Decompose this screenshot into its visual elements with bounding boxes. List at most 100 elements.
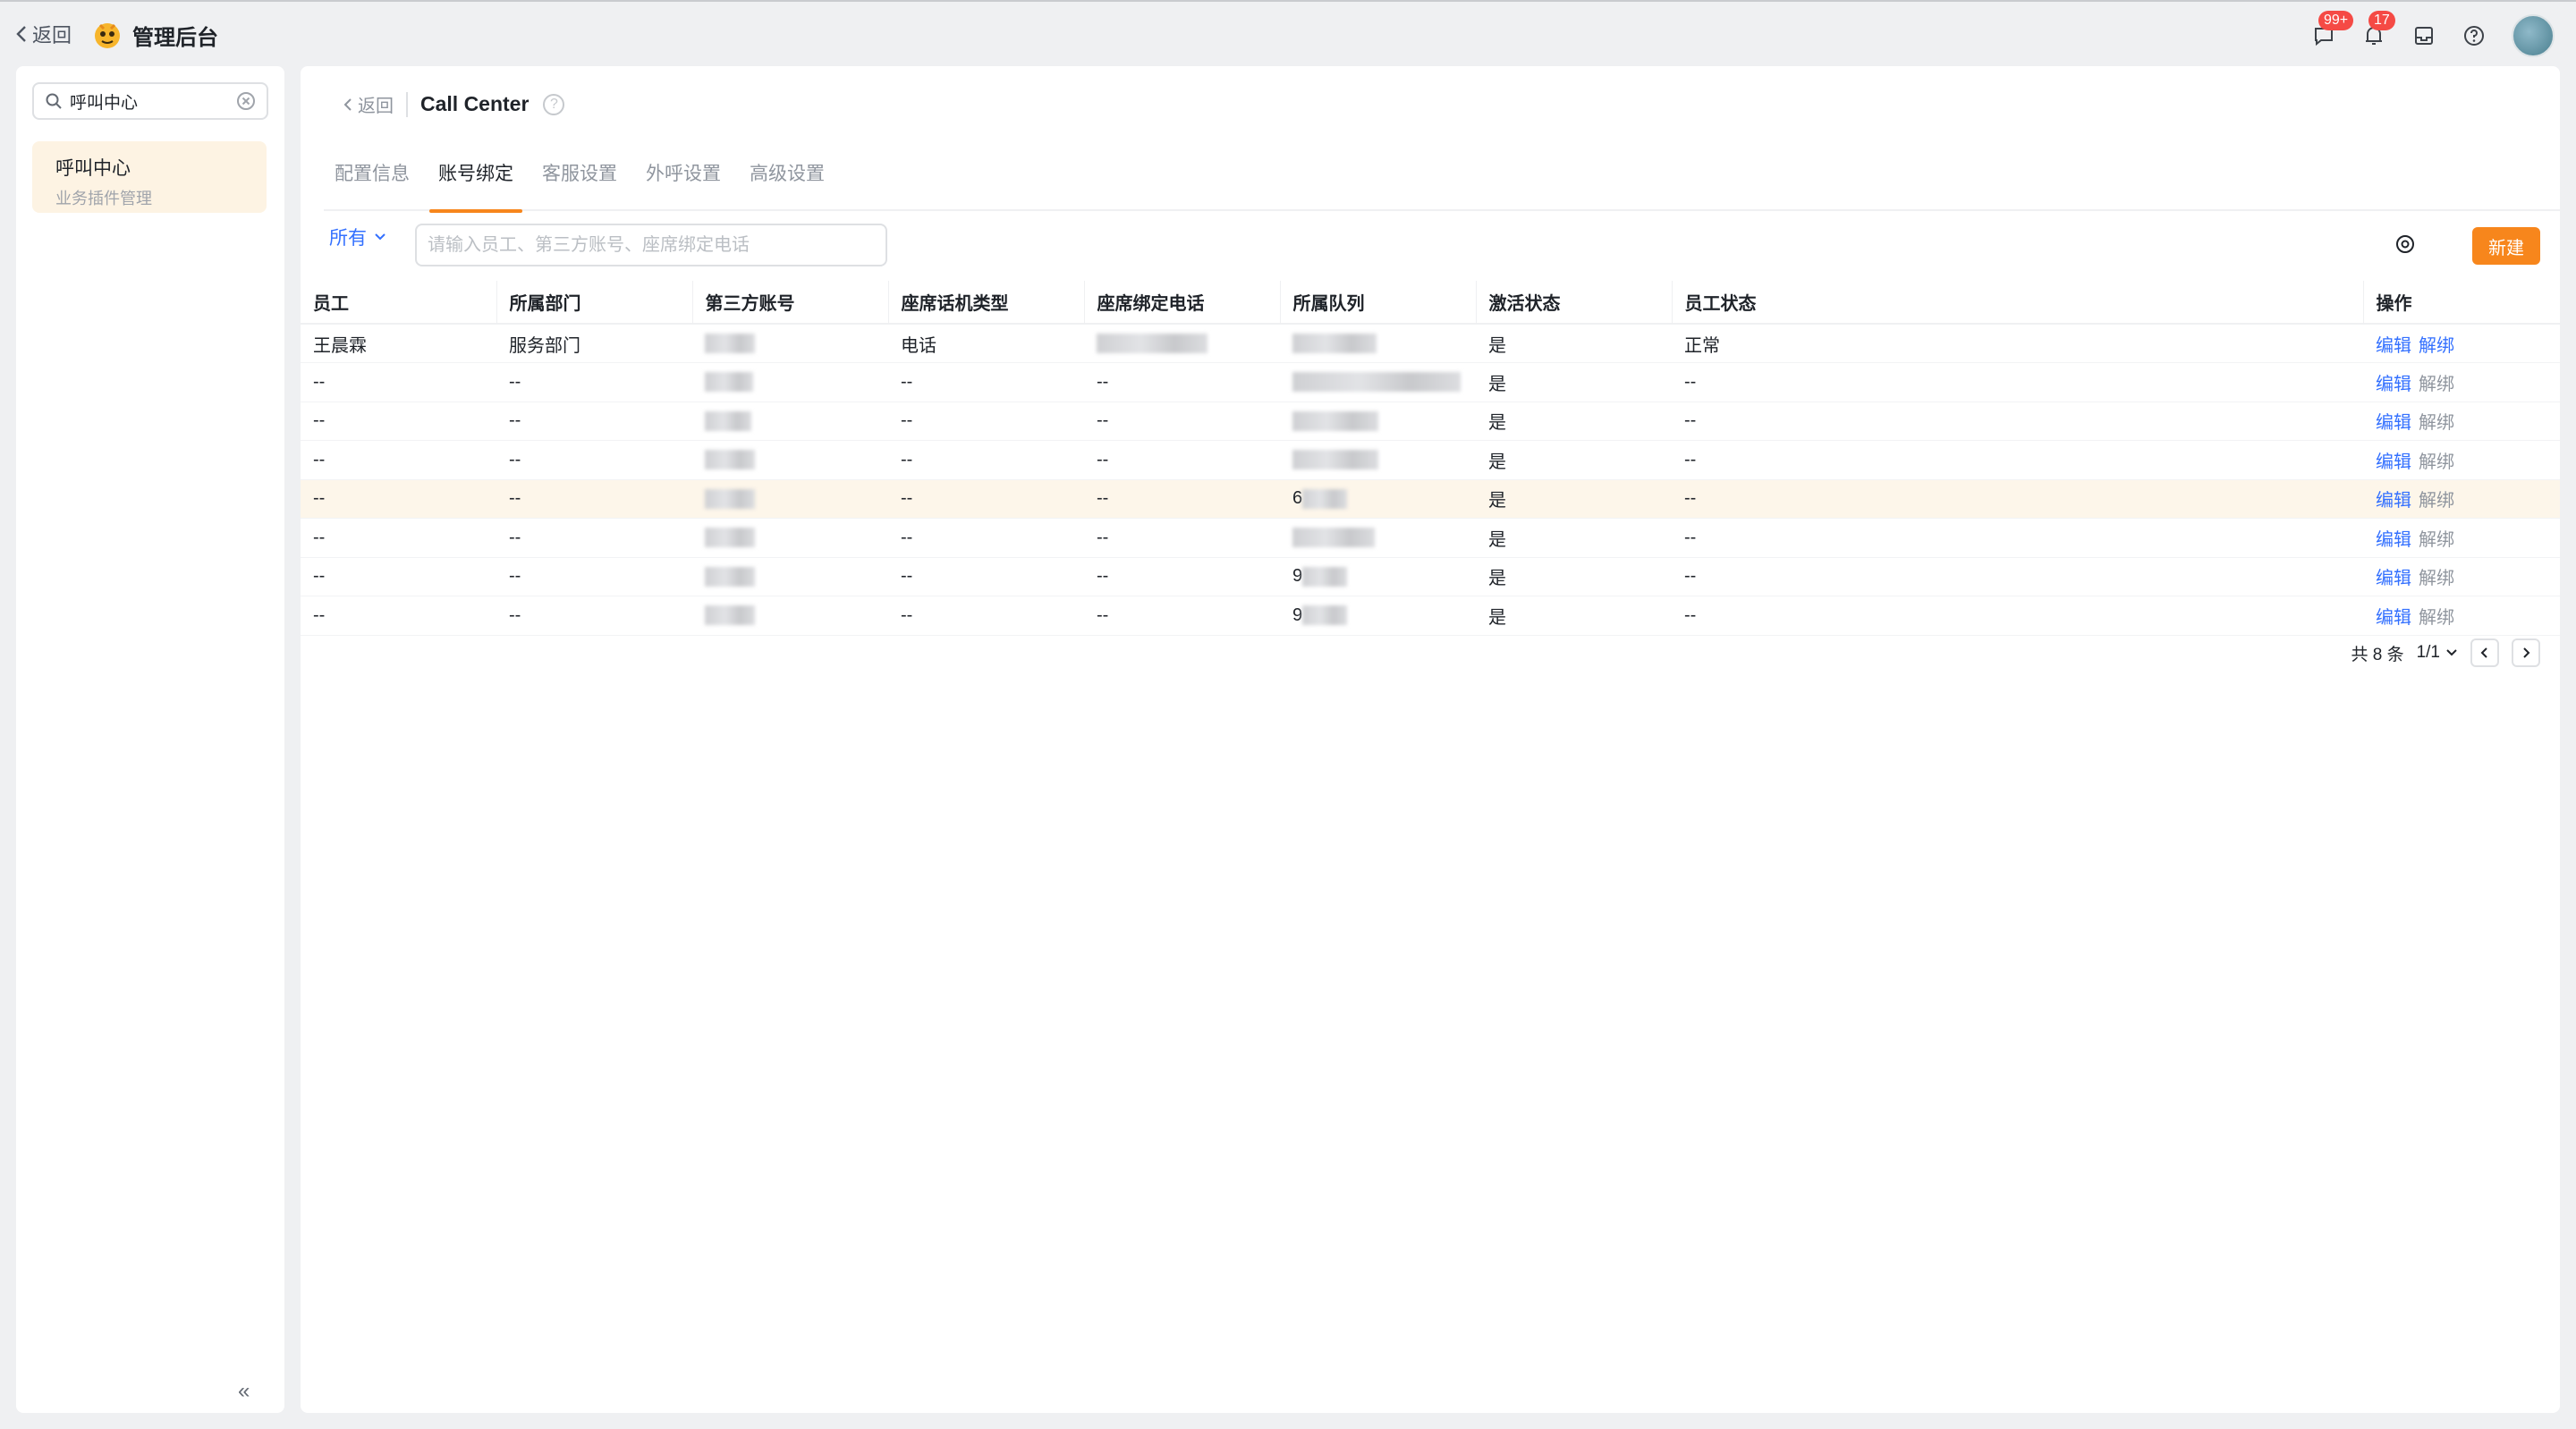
cell-actions: 编辑 解绑 [2363, 557, 2560, 596]
table-row: -- -- -- -- 9 是 -- 编辑 解绑 [301, 557, 2560, 596]
next-page-button[interactable] [2512, 638, 2540, 667]
redacted-value [1292, 450, 1378, 470]
sidebar-search-input[interactable]: 呼叫中心 [70, 89, 236, 114]
edit-link[interactable]: 编辑 [2376, 452, 2411, 472]
cell-active-status: 是 [1476, 324, 1672, 363]
cell-employee: -- [301, 362, 496, 402]
cell-queue [1280, 518, 1476, 558]
cell-phone-type: -- [888, 596, 1084, 636]
filter-label: 所有 [329, 228, 367, 249]
unbind-link[interactable]: 解绑 [2419, 452, 2454, 472]
cell-bound-phone: -- [1084, 479, 1280, 519]
edit-link[interactable]: 编辑 [2376, 336, 2411, 356]
edit-link[interactable]: 编辑 [2376, 491, 2411, 511]
breadcrumb-back-button[interactable]: 返回 [343, 91, 394, 117]
cell-actions: 编辑 解绑 [2363, 324, 2560, 363]
cell-bound-phone: -- [1084, 518, 1280, 558]
edit-link[interactable]: 编辑 [2376, 413, 2411, 433]
cell-actions: 编辑 解绑 [2363, 362, 2560, 402]
cell-department: -- [496, 518, 692, 558]
account-binding-table: 员工 所属部门 第三方账号 座席话机类型 座席绑定电话 所属队列 激活状态 员工… [301, 281, 2561, 636]
empty-value: -- [1097, 488, 1109, 509]
new-button[interactable]: 新建 [2472, 227, 2540, 265]
unbind-link[interactable]: 解绑 [2419, 491, 2454, 511]
cell-department: -- [496, 402, 692, 441]
cell-bound-phone: -- [1084, 402, 1280, 441]
cell-employee-status: -- [1672, 402, 2363, 441]
unbind-link[interactable]: 解绑 [2419, 413, 2454, 433]
cell-employee: -- [301, 557, 496, 596]
cell-employee-status: -- [1672, 596, 2363, 636]
cell-active-status: 是 [1476, 518, 1672, 558]
help-button[interactable] [2454, 16, 2494, 55]
clear-icon[interactable] [236, 91, 256, 111]
redacted-value [1292, 528, 1375, 548]
tab-config-info[interactable]: 配置信息 [324, 159, 420, 211]
app-logo-icon [95, 23, 120, 48]
cell-phone-type: -- [888, 479, 1084, 519]
cell-active-status: 是 [1476, 596, 1672, 636]
tab-outbound-settings[interactable]: 外呼设置 [635, 159, 732, 211]
page-select[interactable]: 1/1 [2417, 643, 2458, 663]
prev-page-button[interactable] [2470, 638, 2499, 667]
empty-value: -- [1097, 527, 1109, 547]
cell-bound-phone: -- [1084, 362, 1280, 402]
chat-button[interactable]: 99+ [2304, 11, 2354, 55]
edit-link[interactable]: 编辑 [2376, 530, 2411, 550]
sidebar-search[interactable]: 呼叫中心 [32, 82, 268, 120]
cell-employee-status: 正常 [1672, 324, 2363, 363]
unbind-link[interactable]: 解绑 [2419, 569, 2454, 588]
redacted-value [705, 605, 755, 626]
help-icon[interactable]: ? [543, 93, 565, 115]
cell-phone-type: -- [888, 440, 1084, 480]
tab-account-binding[interactable]: 账号绑定 [428, 159, 524, 213]
cell-employee: -- [301, 440, 496, 480]
cell-queue [1280, 362, 1476, 402]
cell-employee-status: -- [1672, 518, 2363, 558]
edit-link[interactable]: 编辑 [2376, 375, 2411, 394]
edit-link[interactable]: 编辑 [2376, 569, 2411, 588]
empty-value: -- [1097, 449, 1109, 469]
redacted-value [1292, 372, 1461, 393]
redacted-value [705, 334, 755, 354]
avatar[interactable] [2512, 14, 2555, 57]
sidebar-item-call-center[interactable]: 呼叫中心 业务插件管理 [32, 141, 267, 213]
filter-dropdown[interactable]: 所有 [329, 224, 386, 250]
cell-third-party-account [692, 402, 888, 441]
empty-value: -- [1097, 371, 1109, 392]
search-icon [46, 93, 62, 109]
cell-bound-phone [1084, 324, 1280, 363]
unbind-link[interactable]: 解绑 [2419, 375, 2454, 394]
cell-bound-phone: -- [1084, 557, 1280, 596]
unbind-link[interactable]: 解绑 [2419, 530, 2454, 550]
cell-employee-status: -- [1672, 362, 2363, 402]
col-queue: 所属队列 [1280, 281, 1477, 325]
top-back-button[interactable]: 返回 [16, 20, 72, 48]
collapse-sidebar-button[interactable]: « [238, 1379, 250, 1404]
unbind-link[interactable]: 解绑 [2419, 336, 2454, 356]
main-panel: 返回 Call Center ? 配置信息 账号绑定 客服设置 外呼设置 高级设… [301, 66, 2561, 1413]
cell-active-status: 是 [1476, 479, 1672, 519]
notification-button[interactable]: 17 [2354, 11, 2395, 55]
empty-value: -- [1097, 566, 1109, 587]
tab-agent-settings[interactable]: 客服设置 [531, 159, 628, 211]
cell-active-status: 是 [1476, 402, 1672, 441]
cell-actions: 编辑 解绑 [2363, 402, 2560, 441]
col-phone-type: 座席话机类型 [888, 281, 1085, 325]
cell-phone-type: -- [888, 402, 1084, 441]
empty-value: -- [1097, 410, 1109, 431]
search-input[interactable] [415, 224, 887, 266]
cell-employee: -- [301, 518, 496, 558]
column-settings-button[interactable] [2394, 233, 2417, 260]
cell-third-party-account [692, 362, 888, 402]
redacted-value [705, 566, 755, 587]
tab-advanced-settings[interactable]: 高级设置 [739, 159, 835, 211]
unbind-link[interactable]: 解绑 [2419, 608, 2454, 628]
table-body: 王晨霖 服务部门 电话是正常 编辑 解绑 -- -- -- -- 是 -- 编辑 解绑 -- -- -- -- 是… [301, 324, 2560, 636]
cell-queue: 6 [1280, 479, 1476, 519]
redacted-value [705, 410, 751, 431]
table-row: -- -- -- -- 是 -- 编辑 解绑 [301, 440, 2560, 480]
inbox-button[interactable] [2404, 16, 2444, 55]
edit-link[interactable]: 编辑 [2376, 608, 2411, 628]
cell-third-party-account [692, 596, 888, 636]
